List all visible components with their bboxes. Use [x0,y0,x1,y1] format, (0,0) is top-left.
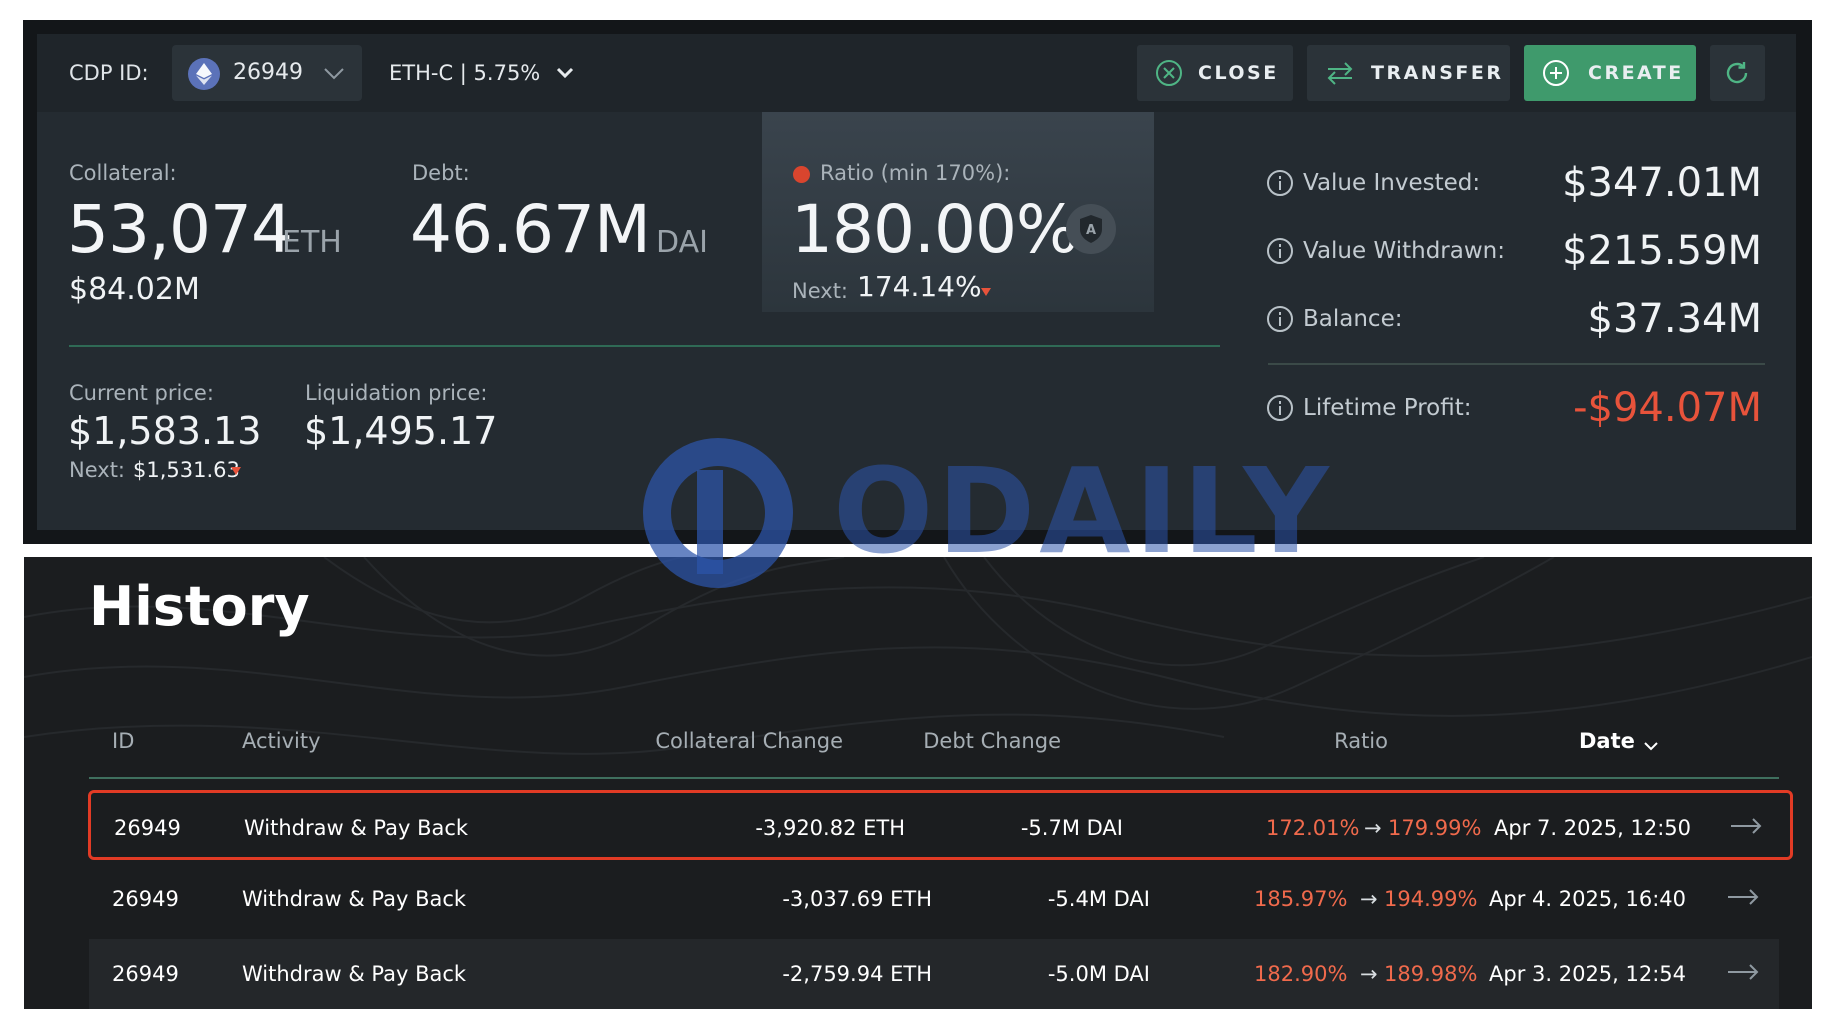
row-ratio-to: 189.98% [1384,962,1478,986]
transfer-button-label: TRANSFER [1371,62,1504,84]
watermark-text: ODAILY [833,442,1333,580]
row-id: 26949 [114,816,181,840]
row-debt-change: -5.7M DAI [1020,816,1123,840]
row-ratio-from: 172.01% [1266,816,1360,840]
collateral-amount: 53,074 [67,191,293,268]
liquidation-price-label: Liquidation price: [305,381,488,405]
row-activity: Withdraw & Pay Back [242,887,467,911]
info-icon[interactable] [1267,395,1293,421]
row-debt-change: -5.4M DAI [1047,887,1150,911]
ratio-arrow-icon: → [1360,887,1378,911]
row-activity: Withdraw & Pay Back [244,816,469,840]
automation-shield-icon[interactable]: A [1066,204,1116,254]
collateral-unit: ETH [282,225,342,260]
row-ratio-to: 194.99% [1384,887,1478,911]
row-ratio-from: 182.90% [1254,962,1348,986]
ratio-arrow-icon: → [1360,962,1378,986]
divider [1268,363,1765,365]
info-icon[interactable] [1267,238,1293,264]
sort-chevron-down-icon[interactable] [1643,732,1659,762]
row-debt-change: -5.0M DAI [1047,962,1150,986]
automation-badge-letter: A [1086,223,1096,238]
create-button[interactable]: CREATE [1524,45,1696,101]
liquidation-price-value: $1,495.17 [304,409,498,453]
debt-amount: 46.67M [410,191,651,268]
refresh-button[interactable] [1710,45,1765,101]
collateral-label: Collateral: [69,161,177,185]
price-next-value: $1,531.63 [133,458,240,482]
debt-label: Debt: [412,161,470,185]
row-ratio-to: 179.99% [1388,816,1482,840]
chevron-down-icon[interactable] [555,63,575,87]
row-activity: Withdraw & Pay Back [242,962,467,986]
column-header-ratio[interactable]: Ratio [1200,726,1388,756]
info-icon[interactable] [1267,170,1293,196]
lifetime-profit-value: -$94.07M [1573,385,1762,431]
ratio-status-dot [793,166,810,183]
ratio-value: 180.00% [791,191,1079,268]
row-id: 26949 [112,962,179,986]
current-price-label: Current price: [69,381,214,405]
price-next-label: Next: [69,458,125,482]
collateral-type-select[interactable]: ETH-C | 5.75% [389,56,540,90]
arrow-right-icon[interactable] [1729,816,1763,840]
lifetime-profit-label: Lifetime Profit: [1303,395,1472,421]
cdp-id-value: 26949 [233,60,303,85]
transfer-arrows-icon [1325,59,1355,92]
refresh-icon [1723,59,1751,92]
column-header-id[interactable]: ID [112,726,134,756]
arrow-right-icon[interactable] [1726,887,1760,911]
column-header-debt-change[interactable]: Debt Change [860,726,1061,756]
decrease-arrow-icon [231,467,241,475]
current-price-value: $1,583.13 [68,409,262,453]
history-title: History [89,575,310,638]
collateral-usd: $84.02M [69,272,200,307]
row-date: Apr 7. 2025, 12:50 [1494,816,1692,840]
close-button-label: CLOSE [1198,62,1279,84]
row-id: 26949 [112,887,179,911]
arrow-right-icon[interactable] [1726,962,1760,986]
ratio-arrow-icon: → [1364,816,1382,840]
column-header-collateral-change[interactable]: Collateral Change [600,726,843,756]
value-invested-value: $347.01M [1562,160,1762,206]
value-withdrawn-label: Value Withdrawn: [1303,238,1505,264]
table-row[interactable]: 26949 Withdraw & Pay Back -3,920.82 ETH … [88,790,1793,860]
chevron-down-icon [322,61,346,89]
ratio-next-label: Next: [792,279,848,303]
column-header-activity[interactable]: Activity [242,726,321,756]
divider [69,345,1220,347]
watermark-logo [697,470,723,574]
decrease-arrow-icon [981,288,991,296]
column-header-date[interactable]: Date [1579,726,1635,756]
balance-label: Balance: [1303,306,1403,332]
row-ratio-from: 185.97% [1254,887,1348,911]
row-date: Apr 4. 2025, 16:40 [1489,887,1687,911]
table-header-divider [89,777,1779,779]
plus-circle-icon [1542,59,1570,92]
table-row[interactable]: 26949 Withdraw & Pay Back -3,037.69 ETH … [89,864,1779,934]
debt-unit: DAI [656,225,708,260]
table-row[interactable]: 26949 Withdraw & Pay Back -2,759.94 ETH … [89,939,1779,1009]
info-icon[interactable] [1267,306,1293,332]
balance-value: $37.34M [1587,296,1762,342]
value-invested-label: Value Invested: [1303,170,1481,196]
cdp-id-label: CDP ID: [69,61,149,85]
ratio-label: Ratio (min 170%): [820,161,1011,185]
close-circle-icon [1155,59,1183,92]
row-date: Apr 3. 2025, 12:54 [1489,962,1687,986]
value-withdrawn-value: $215.59M [1562,228,1762,274]
ethereum-icon [188,58,220,90]
close-button[interactable]: CLOSE [1137,45,1293,101]
cdp-id-select[interactable]: 26949 [172,45,362,101]
create-button-label: CREATE [1588,62,1684,84]
transfer-button[interactable]: TRANSFER [1307,45,1510,101]
ratio-next-value: 174.14% [857,270,982,303]
